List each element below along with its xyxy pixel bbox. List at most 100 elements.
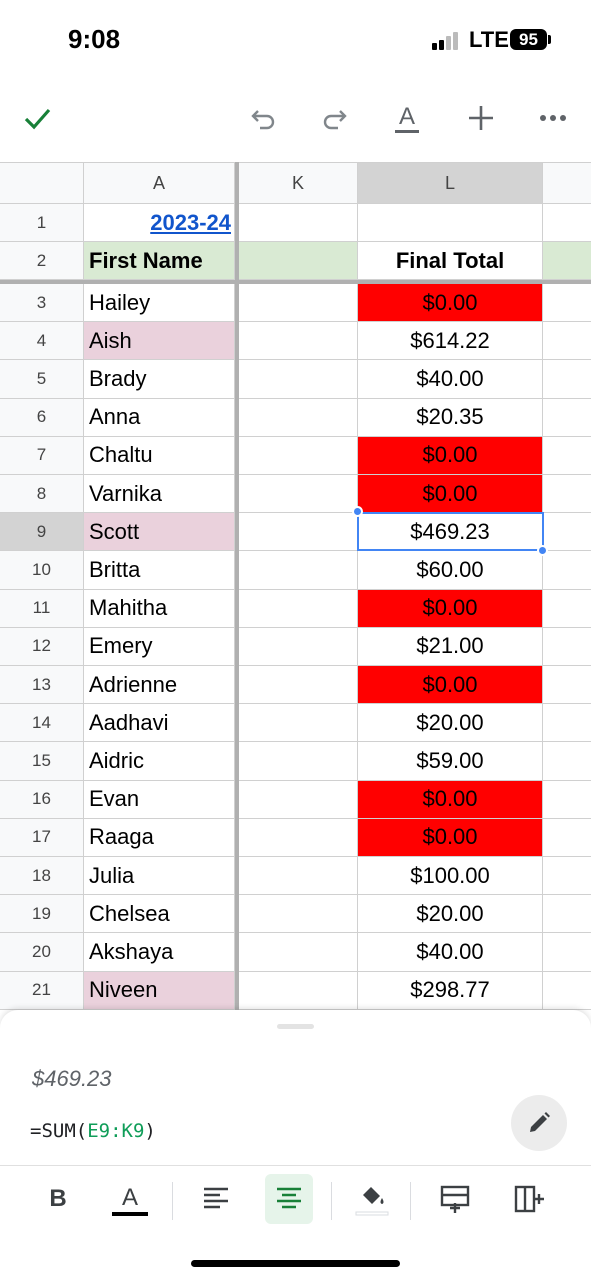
name-cell[interactable]: Niveen [84, 971, 235, 1010]
column-header-next[interactable] [543, 162, 591, 204]
next-cell[interactable] [543, 475, 591, 514]
k-cell[interactable] [239, 742, 358, 781]
check-icon[interactable] [14, 90, 60, 146]
total-cell[interactable]: $21.00 [358, 627, 543, 666]
row-header[interactable]: 17 [0, 818, 84, 857]
k-cell[interactable] [239, 857, 358, 896]
row-header[interactable]: 3 [0, 284, 84, 323]
row-header[interactable]: 10 [0, 551, 84, 590]
k-cell[interactable] [239, 933, 358, 972]
home-indicator[interactable] [191, 1260, 400, 1267]
name-cell[interactable]: Anna [84, 398, 235, 437]
row-header[interactable]: 4 [0, 322, 84, 361]
total-cell[interactable]: $0.00 [358, 436, 543, 475]
name-cell[interactable]: Aish [84, 322, 235, 361]
total-cell[interactable]: $20.00 [358, 895, 543, 934]
k-cell[interactable] [239, 704, 358, 743]
row-header[interactable]: 14 [0, 704, 84, 743]
row-header[interactable]: 20 [0, 933, 84, 972]
spreadsheet-grid[interactable]: A K L 1 2023-24 2 First Name Final Total 3 Hai… [0, 162, 591, 1012]
row-header[interactable]: 6 [0, 398, 84, 437]
total-cell[interactable]: $0.00 [358, 780, 543, 819]
row-header[interactable]: 13 [0, 666, 84, 705]
next-cell[interactable] [543, 628, 591, 666]
name-cell[interactable]: Britta [84, 551, 235, 590]
total-cell[interactable]: $20.00 [358, 704, 543, 743]
k-cell[interactable] [239, 895, 358, 934]
k-cell[interactable] [239, 589, 358, 628]
total-cell[interactable]: $298.77 [358, 971, 543, 1010]
k-cell[interactable] [239, 284, 358, 323]
k-cell[interactable] [239, 322, 358, 361]
more-icon[interactable] [530, 90, 576, 146]
name-cell[interactable]: Chelsea [84, 895, 235, 934]
k-cell[interactable] [239, 204, 358, 242]
row-header[interactable]: 19 [0, 895, 84, 934]
next-cell[interactable] [543, 551, 591, 590]
k-cell[interactable] [239, 398, 358, 437]
season-link[interactable]: 2023-24 [84, 204, 235, 242]
insert-row-icon[interactable] [433, 1174, 477, 1224]
k-cell[interactable] [239, 627, 358, 666]
next-cell[interactable] [543, 399, 591, 437]
next-cell[interactable] [543, 933, 591, 972]
row-header[interactable]: 18 [0, 857, 84, 896]
next-cell[interactable] [543, 704, 591, 743]
row-header[interactable]: 1 [0, 204, 84, 242]
k-cell[interactable] [239, 551, 358, 590]
edit-formula-button[interactable] [511, 1095, 567, 1151]
k-cell[interactable] [239, 360, 358, 399]
next-cell[interactable] [543, 322, 591, 361]
name-cell[interactable]: Mahitha [84, 589, 235, 628]
name-cell[interactable]: Brady [84, 360, 235, 399]
name-cell[interactable]: Aidric [84, 742, 235, 781]
total-cell[interactable] [358, 204, 543, 242]
row-header[interactable]: 8 [0, 475, 84, 514]
insert-column-icon[interactable] [507, 1174, 551, 1224]
total-cell[interactable]: $60.00 [358, 551, 543, 590]
undo-icon[interactable] [240, 90, 286, 146]
align-center-icon[interactable] [265, 1174, 313, 1224]
name-cell[interactable]: Julia [84, 857, 235, 896]
k-cell[interactable] [239, 971, 358, 1010]
column-header-l[interactable]: L [358, 162, 543, 204]
name-cell[interactable]: Hailey [84, 284, 235, 323]
row-header[interactable]: 11 [0, 589, 84, 628]
selection-handle-end[interactable] [537, 545, 548, 556]
row-header[interactable]: 7 [0, 436, 84, 475]
next-cell[interactable] [543, 513, 591, 552]
next-cell[interactable] [543, 857, 591, 896]
column-header-a[interactable]: A [84, 162, 235, 204]
name-cell[interactable]: Akshaya [84, 933, 235, 972]
next-cell[interactable] [543, 742, 591, 781]
next-cell[interactable] [543, 666, 591, 705]
total-cell[interactable]: $0.00 [358, 589, 543, 628]
next-cell[interactable] [543, 360, 591, 399]
k-cell[interactable] [239, 818, 358, 857]
total-cell[interactable]: $59.00 [358, 742, 543, 781]
next-cell[interactable] [543, 972, 591, 1010]
text-format-icon[interactable]: A [384, 90, 430, 146]
next-cell[interactable] [543, 590, 591, 628]
first-name-header[interactable]: First Name [84, 242, 235, 280]
row-header[interactable]: 9 [0, 513, 84, 552]
name-cell[interactable]: Adrienne [84, 666, 235, 705]
name-cell[interactable]: Chaltu [84, 436, 235, 475]
total-cell[interactable]: $40.00 [358, 360, 543, 399]
frozen-row-divider[interactable] [0, 280, 591, 284]
row-header[interactable]: 21 [0, 971, 84, 1010]
k-cell[interactable] [239, 475, 358, 514]
redo-icon[interactable] [312, 90, 358, 146]
add-icon[interactable] [458, 90, 504, 146]
k-cell[interactable] [239, 436, 358, 475]
total-cell[interactable]: $100.00 [358, 857, 543, 896]
row-header[interactable]: 2 [0, 242, 84, 280]
k-cell[interactable] [239, 666, 358, 705]
frozen-column-divider[interactable] [235, 162, 239, 1012]
bold-icon[interactable]: B [36, 1174, 80, 1224]
k-cell[interactable] [239, 780, 358, 819]
next-cell[interactable] [543, 781, 591, 819]
align-left-icon[interactable] [194, 1174, 238, 1224]
next-cell[interactable] [543, 895, 591, 934]
next-cell[interactable] [543, 819, 591, 857]
